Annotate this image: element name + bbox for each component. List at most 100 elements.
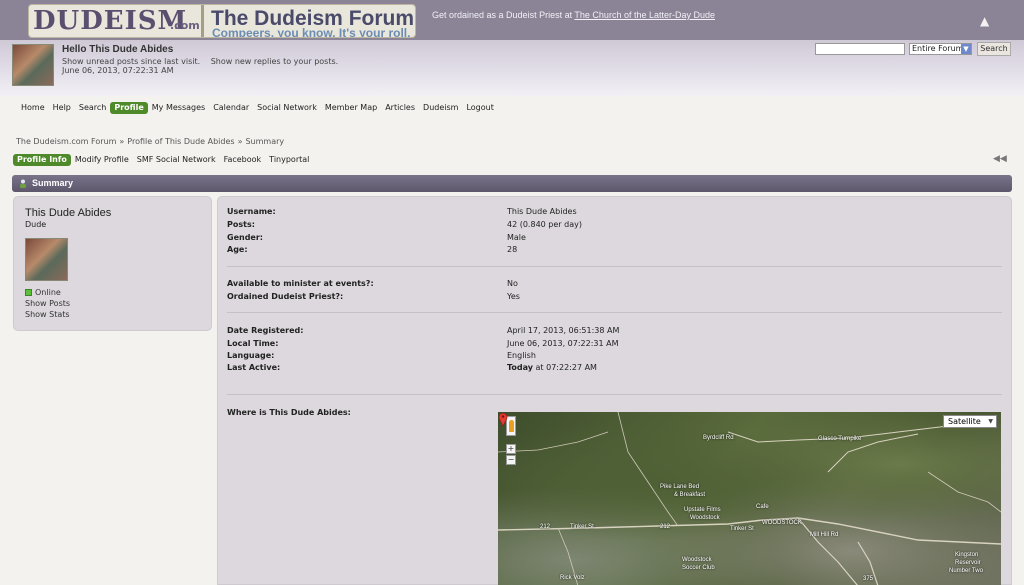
menu-logout[interactable]: Logout <box>462 102 497 114</box>
breadcrumb-separator: » <box>237 137 243 146</box>
section-title: Summary <box>32 178 74 188</box>
summary-header: Summary <box>12 175 1012 192</box>
detail-label: Age: <box>227 245 248 254</box>
detail-row-registered: Date Registered: April 17, 2013, 06:51:3… <box>227 325 619 337</box>
online-icon <box>25 289 32 296</box>
collapse-sidebar-icon[interactable]: ◀◀ <box>993 154 1007 164</box>
map-label: Tinker St <box>730 526 754 532</box>
tab-facebook[interactable]: Facebook <box>220 154 266 166</box>
new-replies-link[interactable]: Show new replies to your posts. <box>211 57 339 66</box>
map-label: & Breakfast <box>674 492 706 498</box>
detail-label: Posts: <box>227 220 255 229</box>
detail-row-location: Where is This Dude Abides: <box>227 407 351 419</box>
user-panel: Hello This Dude Abides Show unread posts… <box>0 40 1024 96</box>
tab-tinyportal[interactable]: Tinyportal <box>265 154 313 166</box>
location-map[interactable]: Byrdcliff Rd Glasco Turnpike Pike Lane B… <box>498 412 1001 585</box>
map-type-select[interactable]: Satellite ▼ <box>943 415 997 428</box>
search-input[interactable] <box>815 43 905 55</box>
detail-value: 42 (0.840 per day) <box>507 220 582 229</box>
detail-row-last-active: Last Active: Today at 07:22:27 AM <box>227 362 597 374</box>
detail-value: This Dude Abides <box>507 207 577 216</box>
last-active-time: at 07:22:27 AM <box>532 363 597 372</box>
menu-calendar[interactable]: Calendar <box>209 102 253 114</box>
show-posts-link[interactable]: Show Posts <box>25 299 70 308</box>
current-date: June 06, 2013, 07:22:31 AM <box>62 66 174 75</box>
map-label: 375 <box>863 576 874 582</box>
map-label: Cafe <box>756 504 769 510</box>
map-label: Pike Lane Bed <box>660 484 700 490</box>
search-scope-value: Entire Forum <box>912 44 964 53</box>
detail-value: June 06, 2013, 07:22:31 AM <box>507 339 619 348</box>
forum-tagline: Compeers, you know. It's your roll. <box>212 26 411 38</box>
map-label: 212 <box>660 524 671 530</box>
search-button[interactable]: Search <box>977 42 1011 56</box>
greeting: Hello This Dude Abides <box>62 44 174 55</box>
tab-modify-profile[interactable]: Modify Profile <box>71 154 133 166</box>
detail-row-posts: Posts: 42 (0.840 per day) <box>227 219 582 231</box>
map-label: Mill Hill Rd <box>810 532 839 538</box>
logo-text: DUDEISM <box>33 6 188 36</box>
detail-label: Gender: <box>227 233 263 242</box>
last-active-day: Today <box>507 363 533 372</box>
detail-row-username: Username: This Dude Abides <box>227 206 577 218</box>
map-label: Woodstock <box>682 557 712 563</box>
main-content: Home Help Search Profile My Messages Cal… <box>0 96 1024 585</box>
menu-my-messages[interactable]: My Messages <box>148 102 209 114</box>
profile-details: Username: This Dude Abides Posts: 42 (0.… <box>217 196 1012 585</box>
map-label: Kingston <box>955 552 979 558</box>
detail-row-gender: Gender: Male <box>227 232 526 244</box>
collapse-header-icon[interactable]: ▲ <box>980 14 989 28</box>
unread-posts-link[interactable]: Show unread posts since last visit. <box>62 57 200 66</box>
map-label: Glasco Turnpike <box>818 436 862 442</box>
breadcrumb-profile[interactable]: Profile of This Dude Abides <box>127 137 234 146</box>
breadcrumb-forum[interactable]: The Dudeism.com Forum <box>16 137 116 146</box>
menu-home[interactable]: Home <box>17 102 49 114</box>
search-scope-select[interactable]: Entire Forum ▼ <box>909 43 972 55</box>
divider <box>227 266 1002 267</box>
detail-value: Male <box>507 233 526 242</box>
map-type-value: Satellite <box>948 417 981 426</box>
detail-value: 28 <box>507 245 518 254</box>
tab-smf-social-network[interactable]: SMF Social Network <box>133 154 220 166</box>
ordain-link[interactable]: The Church of the Latter-Day Dude <box>574 10 715 20</box>
avatar <box>25 238 68 281</box>
show-stats-link[interactable]: Show Stats <box>25 310 70 319</box>
online-status: Online <box>25 288 61 297</box>
map-label: Number Two <box>949 568 983 574</box>
map-label: Upstate Films <box>684 507 721 513</box>
top-banner: DUDEISM .com The Dudeism Forum Compeers,… <box>0 0 1024 40</box>
map-label: Reservoir <box>955 560 981 566</box>
menu-help[interactable]: Help <box>49 102 75 114</box>
menu-dudeism[interactable]: Dudeism <box>419 102 462 114</box>
menu-articles[interactable]: Articles <box>381 102 419 114</box>
tab-profile-info[interactable]: Profile Info <box>13 154 71 166</box>
forum-logo[interactable]: DUDEISM .com The Dudeism Forum Compeers,… <box>28 4 416 38</box>
detail-value: Yes <box>507 292 520 301</box>
chevron-down-icon: ▼ <box>961 44 971 54</box>
menu-search[interactable]: Search <box>75 102 110 114</box>
profile-card: This Dude Abides Dude Online Show Posts … <box>13 196 212 331</box>
detail-label: Username: <box>227 207 276 216</box>
map-label: Tinker St <box>570 524 594 530</box>
detail-row-age: Age: 28 <box>227 244 517 256</box>
map-label: Byrdcliff Rd <box>703 435 734 441</box>
chevron-down-icon: ▼ <box>988 418 993 425</box>
map-label: 212 <box>540 524 551 530</box>
breadcrumb: The Dudeism.com Forum» Profile of This Du… <box>16 137 284 146</box>
detail-label: Last Active: <box>227 363 281 372</box>
menu-member-map[interactable]: Member Map <box>321 102 381 114</box>
unread-links: Show unread posts since last visit. Show… <box>62 57 346 66</box>
map-pin-icon[interactable] <box>498 412 508 426</box>
zoom-out-button[interactable]: − <box>506 455 516 465</box>
breadcrumb-summary[interactable]: Summary <box>245 137 284 146</box>
profile-name: This Dude Abides <box>25 207 112 219</box>
detail-row-priest: Ordained Dudeist Priest?: Yes <box>227 291 520 303</box>
map-label: Woodstock <box>690 515 720 521</box>
profile-submenu: Profile Info Modify Profile SMF Social N… <box>13 154 313 166</box>
detail-row-language: Language: English <box>227 350 536 362</box>
menu-profile[interactable]: Profile <box>110 102 148 114</box>
logo-suffix: .com <box>170 19 200 32</box>
breadcrumb-separator: » <box>119 137 125 146</box>
zoom-in-button[interactable]: + <box>506 444 516 454</box>
menu-social-network[interactable]: Social Network <box>253 102 321 114</box>
